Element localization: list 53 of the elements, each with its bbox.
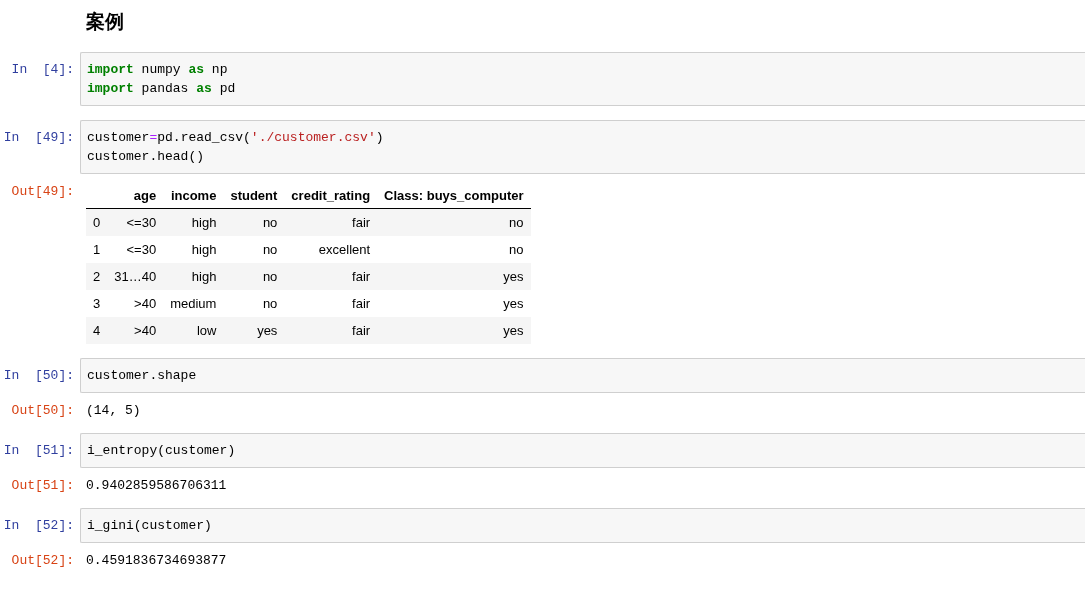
table-cell: high <box>163 263 224 290</box>
table-cell: >40 <box>107 290 164 317</box>
output-prompt: Out[50]: <box>10 402 75 419</box>
table-cell: yes <box>223 317 285 344</box>
column-header: Class: buys_computer <box>377 183 531 209</box>
input-prompt: In [52]: <box>2 517 75 534</box>
output-text: 0.4591836734693877 <box>85 552 228 569</box>
output-text: 0.9402859586706311 <box>85 477 228 494</box>
table-cell: no <box>223 208 285 236</box>
output-text: (14, 5) <box>85 402 142 419</box>
table-cell: fair <box>284 263 378 290</box>
table-cell: fair <box>284 208 378 236</box>
column-header: student <box>223 183 285 209</box>
table-cell: fair <box>284 317 378 344</box>
table-cell: excellent <box>284 236 378 263</box>
output-prompt: Out[52]: <box>10 552 75 569</box>
input-prompt: In [50]: <box>2 367 75 384</box>
table-cell: high <box>163 236 224 263</box>
table-cell: no <box>223 263 285 290</box>
output-prompt: Out[51]: <box>10 477 75 494</box>
row-index: 3 <box>86 290 108 317</box>
table-cell: medium <box>163 290 224 317</box>
code-input[interactable]: customer=pd.read_csv('./customer.csv') customer.head() <box>80 120 1085 174</box>
input-prompt: In [49]: <box>2 129 75 146</box>
table-cell: yes <box>377 290 531 317</box>
column-header: credit_rating <box>284 183 378 209</box>
row-index: 2 <box>86 263 108 290</box>
table-cell: low <box>163 317 224 344</box>
column-header: income <box>163 183 224 209</box>
column-header: age <box>107 183 164 209</box>
section-heading: 案例 <box>86 9 125 34</box>
code-input[interactable]: import numpy as np import pandas as pd <box>80 52 1085 106</box>
table-cell: yes <box>377 263 531 290</box>
row-index: 4 <box>86 317 108 344</box>
code-input[interactable]: i_gini(customer) <box>80 508 1085 543</box>
table-cell: <=30 <box>107 236 164 263</box>
input-prompt: In [4]: <box>10 61 75 78</box>
table-cell: no <box>377 208 531 236</box>
code-input[interactable]: customer.shape <box>80 358 1085 393</box>
output-prompt: Out[49]: <box>10 183 75 200</box>
row-index: 1 <box>86 236 108 263</box>
table-cell: 31…40 <box>107 263 164 290</box>
table-cell: >40 <box>107 317 164 344</box>
input-prompt: In [51]: <box>2 442 75 459</box>
table-cell: no <box>223 236 285 263</box>
table-cell: fair <box>284 290 378 317</box>
table-cell: yes <box>377 317 531 344</box>
table-cell: no <box>377 236 531 263</box>
table-cell: <=30 <box>107 208 164 236</box>
row-index: 0 <box>86 208 108 236</box>
table-cell: no <box>223 290 285 317</box>
table-cell: high <box>163 208 224 236</box>
code-input[interactable]: i_entropy(customer) <box>80 433 1085 468</box>
